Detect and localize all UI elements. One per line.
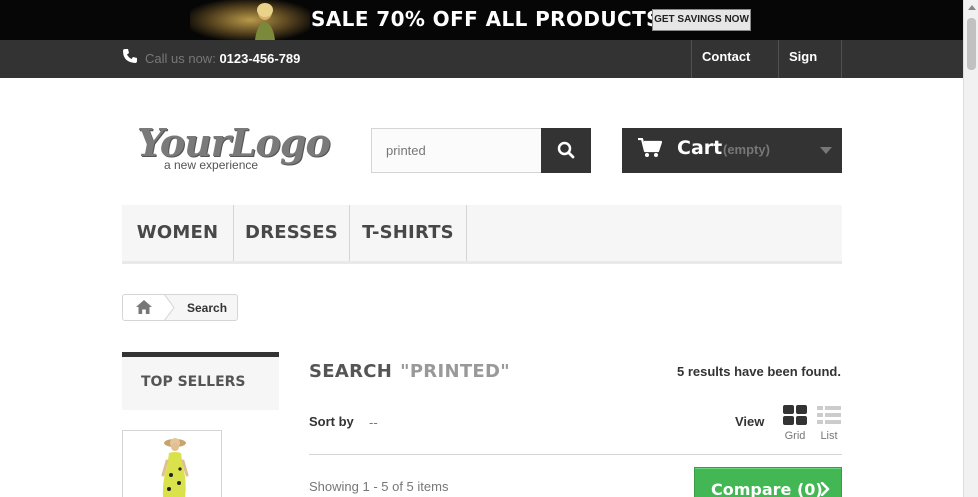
- cart-icon: [638, 138, 662, 157]
- top-sellers-block: TOP SELLERS: [122, 352, 279, 410]
- scrollbar-thumb[interactable]: [967, 18, 976, 70]
- top-seller-product-image[interactable]: [122, 430, 222, 497]
- promo-banner[interactable]: SALE 70% OFF ALL PRODUCTS GET SAVINGS NO…: [0, 0, 963, 40]
- page: SALE 70% OFF ALL PRODUCTS GET SAVINGS NO…: [0, 0, 978, 497]
- phone-icon: [123, 49, 137, 63]
- cart-label: Cart: [677, 137, 723, 159]
- page-scrollbar[interactable]: [963, 0, 978, 497]
- logo-tagline: a new experience: [164, 158, 259, 172]
- banner-model-image: [255, 3, 275, 40]
- contact-us-link[interactable]: Contact us: [691, 40, 779, 98]
- heading-label: SEARCH: [309, 361, 393, 382]
- results-divider: [309, 454, 842, 455]
- call-us-text: Call us now: 0123-456-789: [145, 51, 300, 66]
- top-sellers-title[interactable]: TOP SELLERS: [141, 374, 246, 390]
- sort-by-select[interactable]: --: [369, 415, 378, 430]
- breadcrumb-home[interactable]: [123, 295, 165, 320]
- menu-item-dresses[interactable]: DRESSES: [234, 205, 350, 261]
- list-label: List: [820, 430, 838, 442]
- chevron-down-icon: [820, 147, 832, 154]
- cart-status: (empty): [723, 142, 770, 157]
- sort-by-label: Sort by: [309, 414, 354, 429]
- list-icon: [817, 406, 841, 424]
- grid-icon: [783, 405, 807, 425]
- menu-item-tshirts[interactable]: T-SHIRTS: [350, 205, 467, 261]
- get-savings-button[interactable]: GET SAVINGS NOW: [652, 9, 751, 31]
- cart-button[interactable]: Cart (empty): [622, 128, 842, 173]
- breadcrumb: Search: [122, 294, 238, 321]
- search-term: "PRINTED": [400, 361, 510, 382]
- home-icon: [136, 300, 152, 314]
- view-grid-button[interactable]: Grid: [782, 405, 808, 445]
- chevron-right-icon: [820, 482, 830, 496]
- phone-number: 0123-456-789: [219, 51, 301, 66]
- call-label: Call us now:: [145, 51, 216, 66]
- scroll-up-icon[interactable]: [968, 5, 976, 10]
- product-image: [161, 438, 189, 497]
- grid-label: Grid: [784, 430, 806, 442]
- search-icon: [557, 141, 575, 159]
- search-box: [371, 128, 591, 173]
- breadcrumb-current: Search: [187, 301, 228, 315]
- results-count: 5 results have been found.: [677, 364, 841, 379]
- banner-sale-text: SALE 70% OFF ALL PRODUCTS: [311, 7, 661, 31]
- view-label: View: [735, 414, 765, 429]
- compare-label: Compare (0): [711, 480, 823, 497]
- showing-items-text: Showing 1 - 5 of 5 items: [309, 479, 449, 494]
- sign-in-link[interactable]: Sign in: [778, 40, 842, 98]
- search-button[interactable]: [541, 128, 591, 173]
- main-menu: WOMEN DRESSES T-SHIRTS: [122, 205, 842, 264]
- menu-item-women[interactable]: WOMEN: [122, 205, 234, 261]
- view-list-button[interactable]: List: [816, 405, 842, 445]
- site-logo[interactable]: YourLogo a new experience: [137, 122, 331, 176]
- compare-button[interactable]: Compare (0): [694, 467, 842, 497]
- search-input[interactable]: [371, 128, 542, 173]
- search-results-heading: SEARCH "PRINTED": [309, 361, 510, 382]
- top-navbar: Call us now: 0123-456-789 Contact us Sig…: [0, 40, 963, 98]
- breadcrumb-separator: [164, 294, 175, 321]
